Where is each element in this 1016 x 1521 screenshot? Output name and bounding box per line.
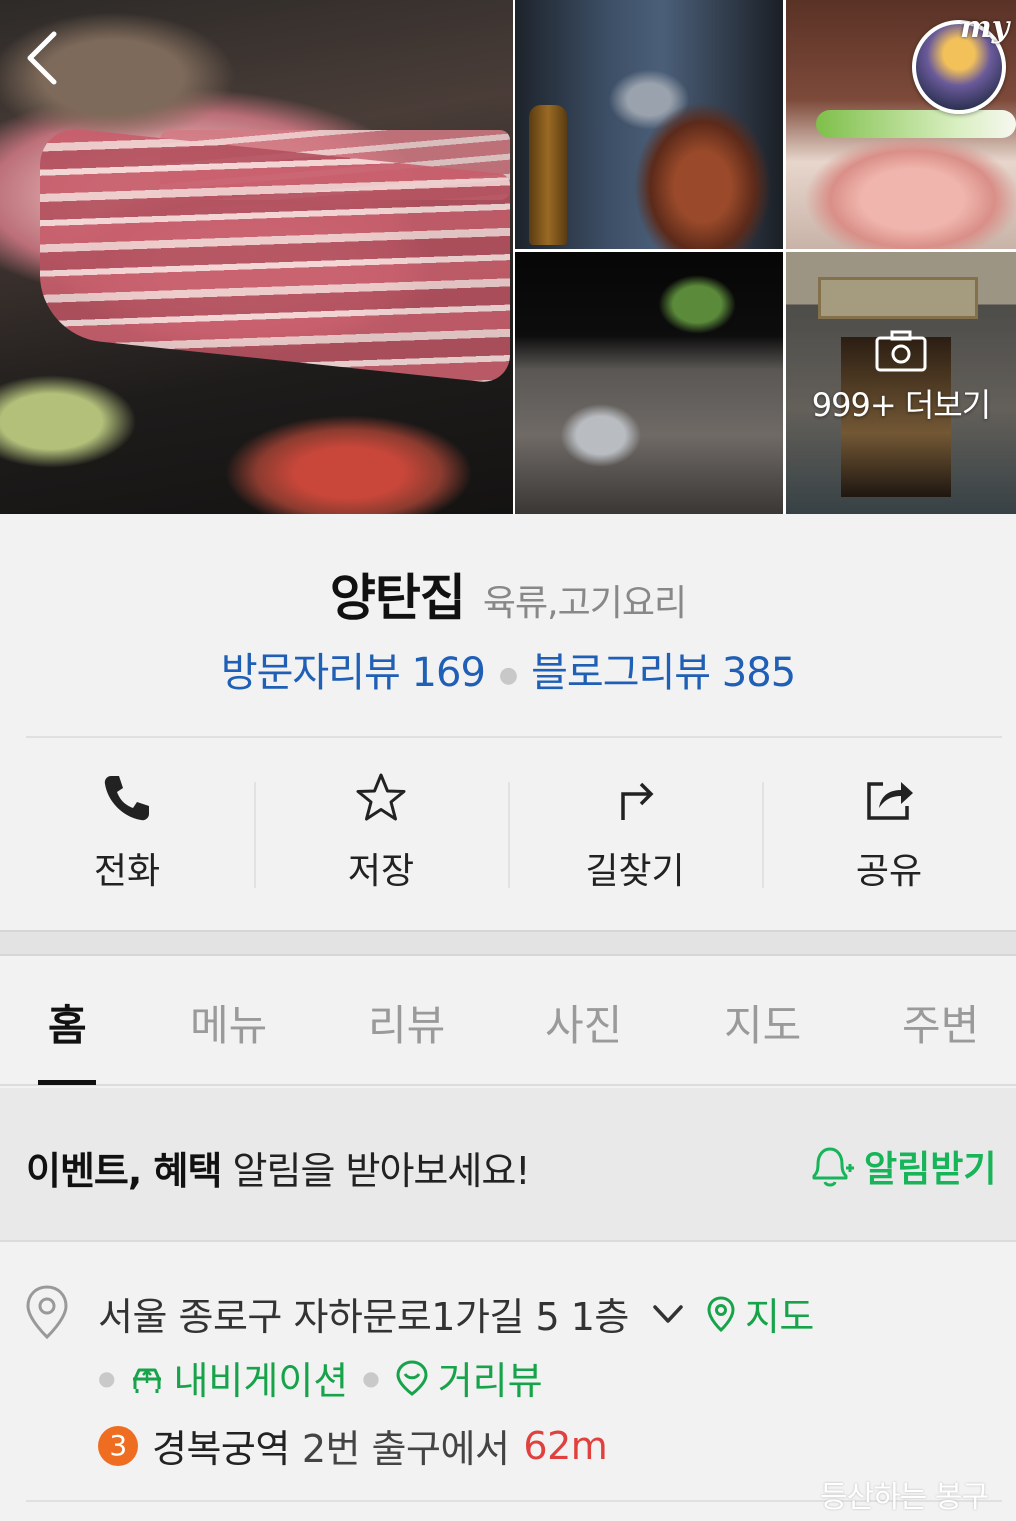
map-pin-icon — [707, 1295, 735, 1332]
place-name: 양탄집 — [329, 569, 466, 627]
subway-info: 3 경복궁역 2번 출구에서 62m — [98, 1418, 608, 1473]
place-info: 양탄집 육류,고기요리 방문자리뷰 169 ● 블로그리뷰 385 전화 저장 — [0, 514, 1016, 932]
directions-button[interactable]: 길찾기 — [508, 754, 762, 914]
action-bar: 전화 저장 길찾기 공유 — [0, 754, 1016, 914]
tab-bar: 홈 메뉴 리뷰 사진 지도 주변 — [0, 956, 1016, 1086]
location-pin-icon — [26, 1285, 68, 1340]
phone-icon — [104, 776, 149, 821]
my-profile-avatar[interactable]: my — [912, 10, 1010, 114]
streetview-icon — [396, 1359, 428, 1396]
star-icon — [356, 773, 406, 821]
streetview-label: 거리뷰 — [437, 1359, 543, 1403]
separator-dot: ● — [362, 1365, 380, 1390]
tab-home[interactable]: 홈 — [48, 992, 87, 1053]
call-label: 전화 — [93, 851, 161, 892]
address-text[interactable]: 서울 종로구 자하문로1가길 5 1층 — [98, 1286, 629, 1341]
main-photo[interactable] — [0, 0, 513, 514]
camera-icon — [875, 330, 927, 372]
more-photos-button[interactable]: 999+ 더보기 — [786, 330, 1016, 426]
tab-photos[interactable]: 사진 — [545, 992, 622, 1053]
streetview-link[interactable]: 거리뷰 — [394, 1350, 543, 1405]
photo-thumbnail-3[interactable] — [515, 252, 783, 514]
distance-text: 62m — [523, 1423, 608, 1468]
my-badge: my — [960, 10, 1010, 45]
divider — [26, 736, 1002, 738]
navigation-row: ● 내비게이션 ● 거리뷰 — [98, 1350, 543, 1405]
blog-review-link[interactable]: 블로그리뷰 385 — [531, 650, 796, 696]
save-label: 저장 — [347, 851, 415, 892]
banner-message: 이벤트, 혜택 알림을 받아보세요! — [26, 1140, 531, 1195]
share-button[interactable]: 공유 — [762, 754, 1016, 914]
tab-menu[interactable]: 메뉴 — [190, 992, 267, 1053]
tab-nearby[interactable]: 주변 — [902, 992, 979, 1053]
place-category: 육류,고기요리 — [482, 583, 687, 624]
tab-map[interactable]: 지도 — [724, 992, 801, 1053]
address-line: 서울 종로구 자하문로1가길 5 1층 지도 — [98, 1286, 814, 1341]
navigation-link[interactable]: 내비게이션 — [129, 1350, 348, 1405]
chevron-down-icon[interactable] — [651, 1297, 685, 1331]
banner-text: 알림을 받아보세요! — [221, 1149, 531, 1193]
share-icon — [867, 782, 913, 820]
separator-dot: ● — [498, 662, 518, 688]
notification-banner: 이벤트, 혜택 알림을 받아보세요! 알림받기 — [0, 1088, 1016, 1242]
separator-dot: ● — [98, 1365, 116, 1390]
subscribe-alarm-button[interactable]: 알림받기 — [806, 1140, 996, 1192]
more-photos-label: 999+ 더보기 — [811, 386, 991, 424]
active-tab-indicator — [38, 1080, 96, 1085]
call-button[interactable]: 전화 — [0, 754, 254, 914]
banner-bold-text: 이벤트, 혜택 — [26, 1149, 222, 1193]
station-name: 경복궁역 — [152, 1427, 290, 1471]
photo-thumbnail-1[interactable] — [515, 0, 783, 249]
share-label: 공유 — [855, 851, 923, 892]
exit-text: 2번 출구에서 — [301, 1427, 510, 1471]
navigation-label: 내비게이션 — [173, 1359, 349, 1403]
photo-gallery: my 999+ 더보기 — [0, 0, 1016, 514]
save-button[interactable]: 저장 — [254, 754, 508, 914]
tab-reviews[interactable]: 리뷰 — [368, 992, 445, 1053]
directions-label: 길찾기 — [585, 851, 685, 892]
place-detail-page: my 999+ 더보기 양탄집 육류,고기요리 방문자리뷰 169 ● 블로그리뷰 3… — [0, 0, 1016, 1521]
back-arrow-icon[interactable] — [22, 30, 62, 86]
review-links: 방문자리뷰 169 ● 블로그리뷰 385 — [0, 640, 1016, 698]
visitor-review-link[interactable]: 방문자리뷰 169 — [221, 650, 486, 696]
subscribe-alarm-label: 알림받기 — [864, 1149, 997, 1190]
watermark: 등산하는 봉구 — [820, 1480, 989, 1515]
title-row: 양탄집 육류,고기요리 — [0, 558, 1016, 630]
car-icon — [133, 1368, 162, 1393]
bell-plus-icon — [812, 1147, 854, 1187]
subway-line-badge: 3 — [98, 1425, 138, 1466]
section-divider — [0, 930, 1016, 956]
map-link[interactable]: 지도 — [705, 1286, 814, 1341]
directions-icon — [621, 782, 654, 820]
map-link-label: 지도 — [744, 1295, 814, 1339]
